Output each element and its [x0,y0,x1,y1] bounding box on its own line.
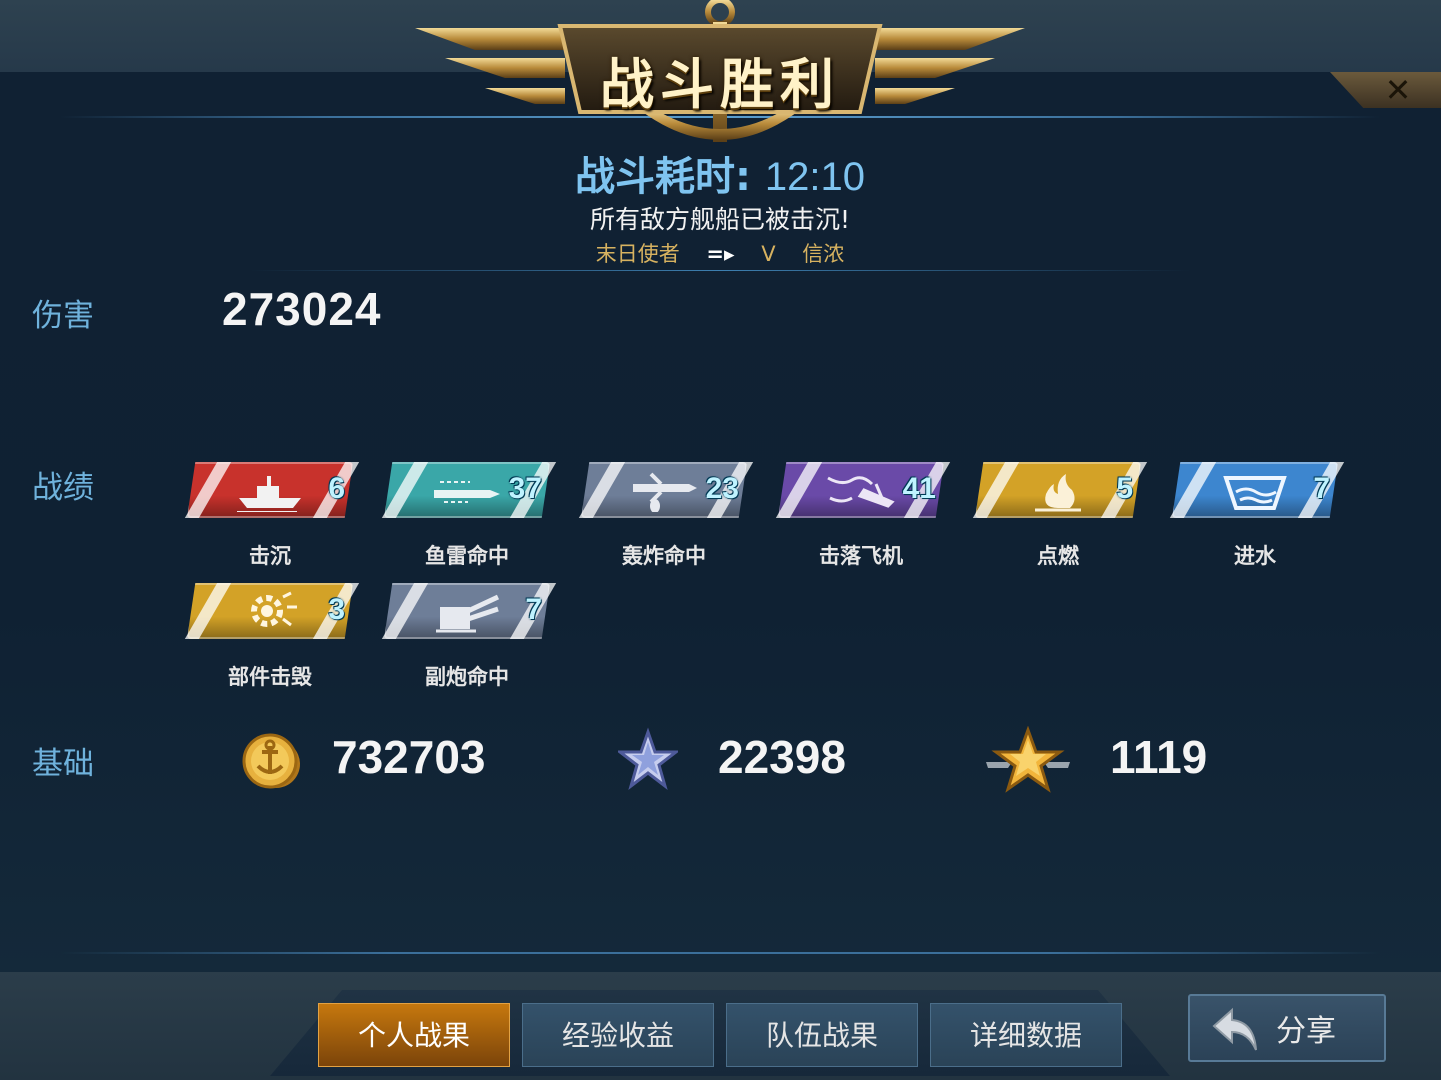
shot-down-plane-icon [827,476,895,508]
badge-label: 击沉 [249,544,291,568]
battle-duration: 战斗耗时: 12:10 [520,144,920,202]
close-icon[interactable]: ✕ [1383,70,1413,110]
badge-sink-ship: 6 [184,462,360,518]
base-label: 基础 [32,746,94,782]
badge-gear-destroy: 3 [184,583,360,639]
record-label: 战绩 [32,470,94,506]
badge-fire: 5 [972,462,1148,518]
badge-secondary-gun: 7 [381,583,557,639]
badge-torpedo: 37 [381,462,557,518]
badge-count: 37 [508,472,542,505]
torpedo-icon [434,481,500,503]
flooding-icon [1223,476,1287,510]
badge-label: 部件击毁 [228,665,312,689]
bomb-plane-icon [633,472,697,512]
gear-destroy-icon [251,591,297,627]
badge-shot-down-plane: 41 [775,462,951,518]
tab-0[interactable]: 个人战果 [318,1003,510,1067]
result-message: 所有敌方舰船已被击沉! [589,205,851,234]
damage-value: 273024 [222,283,382,335]
exp-star-icon [618,727,678,790]
header-divider [250,270,1190,271]
badge-count: 7 [525,593,542,626]
player-name: 末日使者 [595,242,680,266]
ship-name: 信浓 [802,242,845,266]
coin-value: 732703 [332,731,486,783]
badge-count: 5 [1116,472,1133,505]
coin-icon [242,733,300,789]
duration-value: 12:10 [764,155,866,199]
badge-count: 7 [1313,472,1330,505]
badge-count: 3 [328,593,345,626]
duration-label: 战斗耗时: [574,154,751,200]
page-title: 战斗胜利 [600,53,840,116]
exp-value: 22398 [718,731,846,783]
fire-icon [1035,474,1081,512]
share-label: 分享 [1276,1014,1336,1049]
tab-2[interactable]: 队伍战果 [726,1003,918,1067]
badge-count: 41 [902,472,936,505]
badge-label: 点燃 [1037,544,1079,568]
badge-bomb-plane: 23 [578,462,754,518]
sink-ship-icon [237,476,301,512]
panel-divider-bottom [60,952,1380,954]
matchup-line: 末日使者 =▸ V 信浓 [520,238,920,268]
damage-label: 伤害 [32,298,94,334]
badge-label: 击落飞机 [819,544,903,568]
badge-flooding: 7 [1169,462,1345,518]
vs-label: V [761,242,776,266]
badge-label: 轰炸命中 [622,544,706,568]
badge-label: 鱼雷命中 [425,544,509,568]
share-button[interactable]: 分享 [1188,994,1386,1062]
arrow-icon: =▸ [706,242,735,266]
badge-count: 6 [328,472,345,505]
badge-label: 副炮命中 [425,665,509,689]
rank-star-icon [986,726,1070,793]
share-arrow-icon [1212,1007,1257,1051]
secondary-gun-icon [436,594,500,633]
tab-1[interactable]: 经验收益 [522,1003,714,1067]
tab-3[interactable]: 详细数据 [930,1003,1122,1067]
badge-count: 23 [705,472,739,505]
rank-value: 1119 [1110,731,1208,783]
badge-label: 进水 [1234,544,1276,568]
